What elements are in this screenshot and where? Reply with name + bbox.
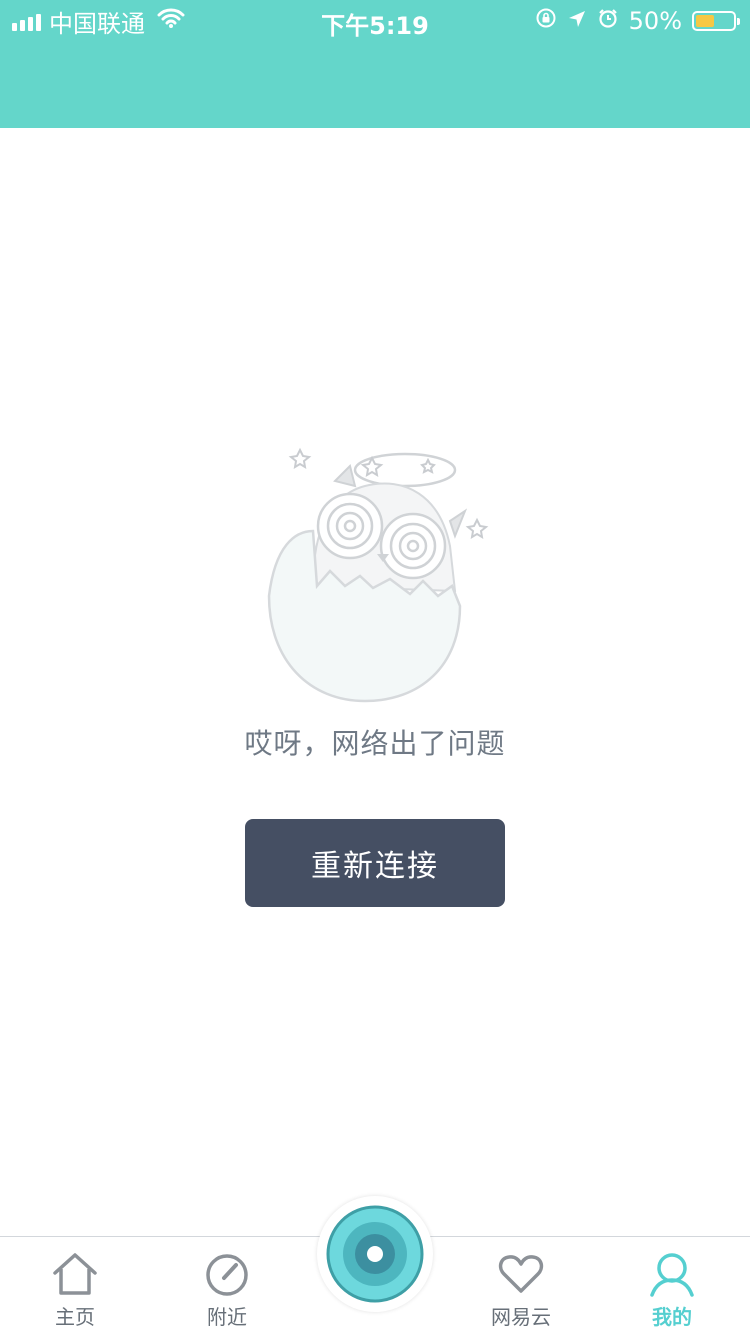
tab-netease-cloud-label: 网易云 <box>491 1305 551 1329</box>
home-icon <box>53 1253 97 1295</box>
tab-home[interactable]: 主页 <box>20 1237 130 1335</box>
user-icon <box>650 1253 694 1297</box>
alarm-icon <box>597 7 619 35</box>
record-icon <box>326 1205 424 1303</box>
battery-level <box>696 15 714 27</box>
center-play-button[interactable] <box>317 1196 433 1312</box>
reconnect-button[interactable]: 重新连接 <box>245 819 505 907</box>
tab-mine[interactable]: 我的 <box>617 1237 727 1335</box>
broken-egg-owl-icon <box>255 436 495 706</box>
compass-icon <box>206 1254 248 1296</box>
battery-percent: 50% <box>628 7 682 35</box>
tab-nearby-label: 附近 <box>207 1305 247 1329</box>
tab-netease-cloud[interactable]: 网易云 <box>466 1237 576 1335</box>
tab-mine-label: 我的 <box>652 1305 692 1329</box>
location-icon <box>567 7 587 35</box>
app-header: 中国联通 下午5:19 50% <box>0 0 750 128</box>
heart-icon <box>498 1255 544 1293</box>
tab-home-label: 主页 <box>55 1305 95 1329</box>
battery-icon <box>692 11 740 31</box>
error-message: 哎呀，网络出了问题 <box>244 727 506 760</box>
rotation-lock-icon <box>535 7 557 35</box>
status-bar: 中国联通 下午5:19 50% <box>0 0 750 40</box>
tab-nearby[interactable]: 附近 <box>172 1237 282 1335</box>
